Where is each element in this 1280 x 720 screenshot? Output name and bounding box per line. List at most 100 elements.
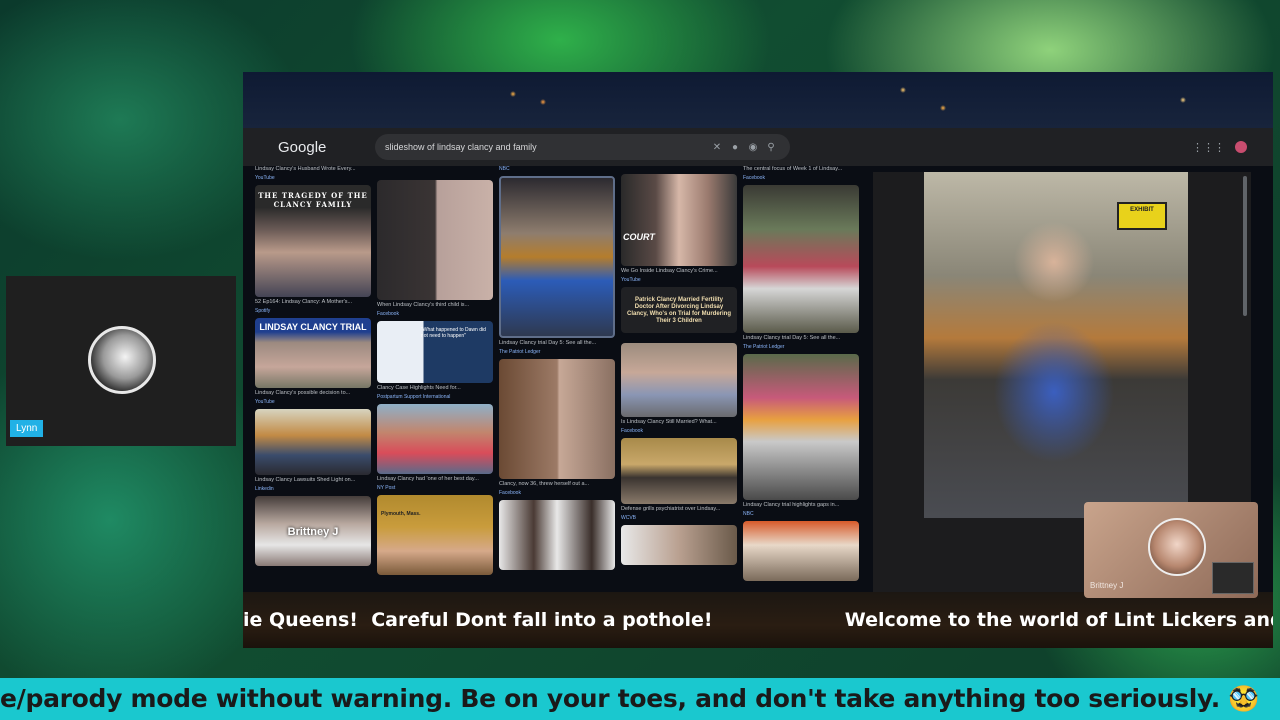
result-thumbnail[interactable]: [743, 354, 859, 500]
result-source[interactable]: Facebook: [743, 175, 859, 181]
result-source[interactable]: The Patriot Ledger: [743, 344, 859, 350]
result-card[interactable]: Patrick Clancy Married Fertility Doctor …: [621, 287, 737, 333]
webcam-brittney: Brittney J: [1084, 502, 1258, 598]
result-caption: Lindsay Clancy Lawsuits Shed Light on...: [255, 477, 356, 483]
result-card[interactable]: LINDSAY CLANCY TRIAL Lindsay Clancy's po…: [255, 318, 371, 405]
result-source[interactable]: Postpartum Support International: [377, 394, 493, 400]
result-source[interactable]: The Patriot Ledger: [499, 349, 615, 355]
result-card[interactable]: Is Lindsay Clancy Still Married? What...…: [621, 337, 737, 434]
result-thumbnail[interactable]: [621, 525, 737, 565]
bottom-ticker-text: e/parody mode without warning. Be on you…: [0, 684, 1260, 713]
result-caption: Lindsay Clancy's possible decision to...: [255, 390, 351, 396]
result-thumbnail[interactable]: [377, 180, 493, 300]
result-thumbnail[interactable]: "What happened to Dawn did not need to h…: [377, 321, 493, 383]
result-card[interactable]: [499, 500, 615, 570]
result-card[interactable]: NBC: [499, 166, 615, 172]
result-card[interactable]: Brittney J: [255, 496, 371, 566]
camera-icon[interactable]: ◉: [744, 142, 762, 153]
result-card[interactable]: "What happened to Dawn did not need to h…: [377, 321, 493, 400]
google-search-bar: Google slideshow of lindsay clancy and f…: [243, 128, 1273, 166]
result-source[interactable]: Facebook: [377, 311, 493, 317]
result-caption: 52 Ep164: Lindsay Clancy: A Mother's...: [255, 299, 353, 305]
google-logo[interactable]: Google: [278, 139, 348, 156]
result-caption: Lindsay Clancy trial Day 5: See all the.…: [743, 335, 841, 341]
result-card[interactable]: When Lindsay Clancy's third child is... …: [377, 166, 493, 317]
search-icon[interactable]: ⚲: [762, 142, 780, 153]
result-thumbnail[interactable]: [255, 409, 371, 475]
result-card[interactable]: Plymouth, Mass.: [377, 495, 493, 575]
result-card[interactable]: Defense grills psychiatrist over Lindsay…: [621, 438, 737, 521]
result-thumbnail[interactable]: COURT: [621, 174, 737, 266]
result-caption: When Lindsay Clancy's third child is...: [377, 302, 470, 308]
result-thumbnail[interactable]: [499, 359, 615, 479]
result-card[interactable]: [743, 521, 859, 581]
sparkle-banner: [243, 72, 1273, 128]
webcam-lynn: Lynn: [6, 276, 236, 446]
thumbnail-overlay-text: "What happened to Dawn did not need to h…: [421, 327, 486, 339]
result-source[interactable]: YouTube: [621, 277, 737, 283]
thumbnail-overlay-text: COURT: [623, 232, 655, 242]
result-thumbnail[interactable]: LINDSAY CLANCY TRIAL: [255, 318, 371, 388]
result-thumbnail[interactable]: [743, 185, 859, 333]
apps-grid-icon[interactable]: ⋮⋮⋮: [1192, 141, 1225, 154]
result-card[interactable]: THE TRAGEDY OF THE CLANCY FAMILY 52 Ep16…: [255, 185, 371, 314]
result-thumbnail[interactable]: Plymouth, Mass.: [377, 495, 493, 575]
search-query[interactable]: slideshow of lindsay clancy and family: [385, 142, 708, 152]
result-source[interactable]: NBC: [499, 166, 615, 172]
result-source[interactable]: Spotify: [255, 308, 371, 314]
result-thumbnail[interactable]: [621, 343, 737, 417]
result-thumbnail[interactable]: THE TRAGEDY OF THE CLANCY FAMILY: [255, 185, 371, 297]
result-source[interactable]: YouTube: [255, 399, 371, 405]
logo-badge: [1212, 562, 1254, 594]
result-source[interactable]: Linkedin: [255, 486, 371, 492]
image-results-grid: Lindsay Clancy's Husband Wrote Every... …: [253, 166, 863, 594]
stream-ticker-text: ie Queens! Careful Dont fall into a poth…: [243, 609, 1273, 631]
result-thumbnail[interactable]: Brittney J: [255, 496, 371, 566]
result-card[interactable]: COURT We Go Inside Lindsay Clancy's Crim…: [621, 166, 737, 283]
results-column-5: The central focus of Week 1 of Lindsay..…: [743, 166, 859, 594]
result-thumbnail[interactable]: [499, 500, 615, 570]
results-column-4: COURT We Go Inside Lindsay Clancy's Crim…: [621, 166, 737, 594]
result-caption: The central focus of Week 1 of Lindsay..…: [743, 166, 843, 172]
result-card[interactable]: Lindsay Clancy trial Day 5: See all the.…: [499, 176, 615, 355]
result-source[interactable]: YouTube: [255, 175, 371, 181]
result-caption: Defense grills psychiatrist over Lindsay…: [621, 506, 721, 512]
result-card[interactable]: Lindsay Clancy's Husband Wrote Every... …: [255, 166, 371, 181]
preview-image[interactable]: EXHIBIT: [924, 172, 1188, 518]
results-column-1: Lindsay Clancy's Husband Wrote Every... …: [255, 166, 371, 594]
result-caption: Clancy, now 36, threw herself out a...: [499, 481, 590, 487]
clear-icon[interactable]: ✕: [708, 142, 726, 153]
result-source[interactable]: NBC: [743, 511, 859, 517]
result-card[interactable]: Lindsay Clancy trial highlights gaps in.…: [743, 354, 859, 517]
result-caption: Lindsay Clancy's Husband Wrote Every...: [255, 166, 356, 172]
result-thumbnail[interactable]: [377, 404, 493, 474]
thumbnail-overlay-text: THE TRAGEDY OF THE CLANCY FAMILY: [258, 191, 368, 209]
thumbnail-overlay-text: Brittney J: [287, 526, 339, 538]
result-source[interactable]: Facebook: [499, 490, 615, 496]
result-card[interactable]: Lindsay Clancy Lawsuits Shed Light on...…: [255, 409, 371, 492]
result-card[interactable]: The central focus of Week 1 of Lindsay..…: [743, 166, 859, 181]
result-card[interactable]: Clancy, now 36, threw herself out a... F…: [499, 359, 615, 496]
result-source[interactable]: WCVB: [621, 515, 737, 521]
preview-scrollbar[interactable]: [1243, 176, 1247, 316]
avatar: [1148, 518, 1206, 576]
result-source[interactable]: NY Post: [377, 485, 493, 491]
exhibit-sticker: EXHIBIT: [1117, 202, 1167, 230]
search-input[interactable]: slideshow of lindsay clancy and family ✕…: [375, 134, 790, 160]
result-card[interactable]: Lindsay Clancy trial Day 5: See all the.…: [743, 185, 859, 350]
result-source[interactable]: Facebook: [621, 428, 737, 434]
result-thumbnail[interactable]: [621, 438, 737, 504]
result-thumbnail[interactable]: [499, 176, 615, 338]
result-caption: Clancy Case Highlights Need for...: [377, 385, 461, 391]
result-card[interactable]: Lindsay Clancy had 'one of her best day.…: [377, 404, 493, 491]
result-card[interactable]: [621, 525, 737, 565]
mic-icon[interactable]: ●: [726, 142, 744, 153]
thumbnail-overlay-text: Patrick Clancy Married Fertility Doctor …: [627, 297, 731, 324]
result-thumbnail[interactable]: Patrick Clancy Married Fertility Doctor …: [621, 287, 737, 333]
result-caption: Lindsay Clancy had 'one of her best day.…: [377, 476, 479, 482]
name-tag-lynn: Lynn: [10, 420, 44, 437]
result-thumbnail[interactable]: [743, 521, 859, 581]
result-caption: Lindsay Clancy trial highlights gaps in.…: [743, 502, 840, 508]
account-avatar-icon[interactable]: [1235, 141, 1247, 153]
result-caption: We Go Inside Lindsay Clancy's Crime...: [621, 268, 718, 274]
